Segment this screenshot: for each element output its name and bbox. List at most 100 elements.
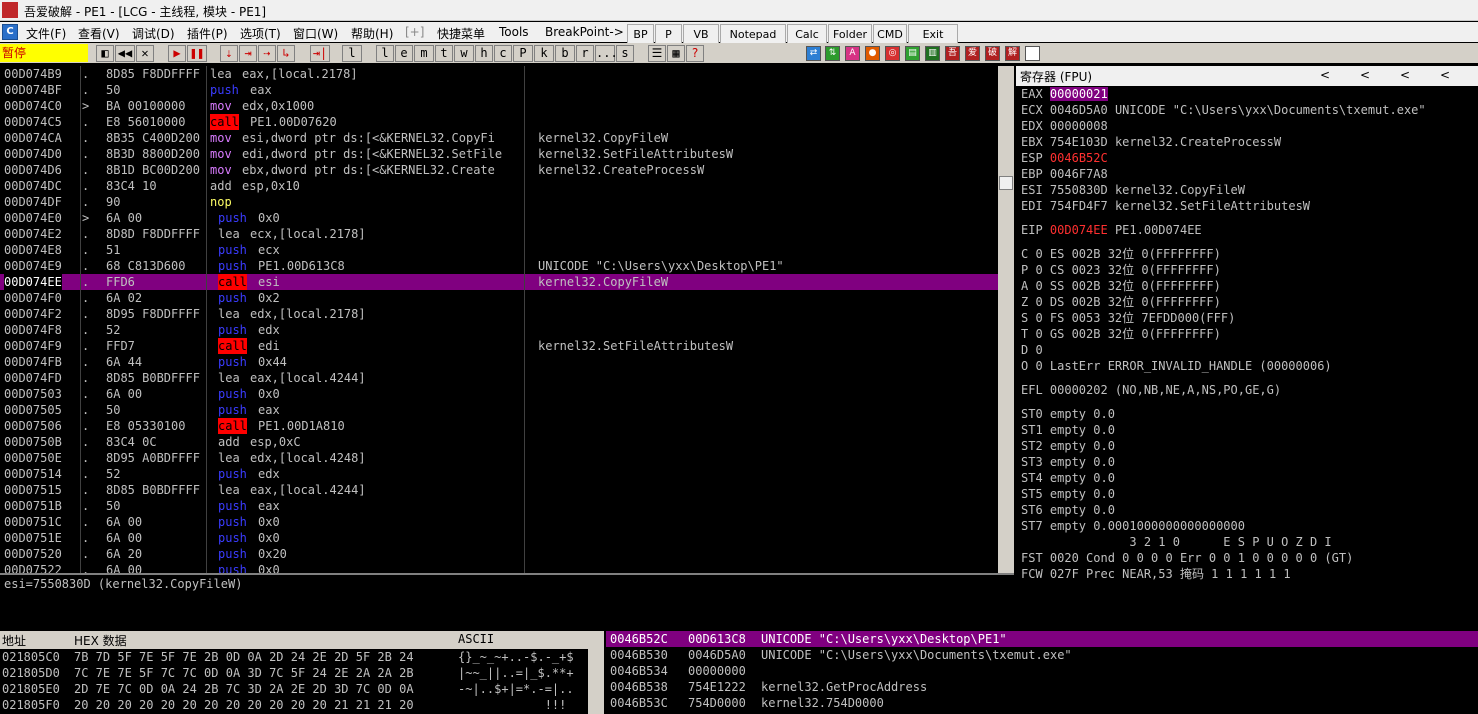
register-line[interactable]: EBP 0046F7A8 bbox=[1021, 166, 1108, 182]
dump-scrollbar[interactable] bbox=[588, 649, 604, 714]
disasm-row[interactable]: 00D074F0. 6A 02 push 0x2 bbox=[0, 290, 998, 306]
columns-icon[interactable]: ▥ bbox=[925, 46, 940, 61]
nav-arrow-icon[interactable]: < bbox=[1320, 68, 1330, 82]
scrollbar-thumb[interactable] bbox=[999, 176, 1013, 190]
flag-line[interactable]: P 0 CS 0023 32位 0(FFFFFFFF) bbox=[1021, 262, 1221, 278]
reg-value[interactable]: 0046F7A8 bbox=[1050, 167, 1108, 181]
disasm-row[interactable]: 00D074DF. 90 nop bbox=[0, 194, 998, 210]
handles-button[interactable]: h bbox=[475, 45, 493, 62]
disasm-row[interactable]: 00D07522. 6A 00 push 0x0 bbox=[0, 562, 998, 573]
disasm-row[interactable]: 00D07505. 50 push eax bbox=[0, 402, 998, 418]
call-stack-button[interactable]: k bbox=[534, 45, 554, 62]
dump-col-ascii[interactable]: ASCII bbox=[458, 632, 494, 646]
eip-line[interactable]: EIP 00D074EE PE1.00D074EE bbox=[1021, 222, 1202, 238]
disasm-row[interactable]: 00D074EE. FFD6 call esi kernel32.CopyFileW bbox=[0, 274, 998, 290]
fpu-line[interactable]: ST6 empty 0.0 bbox=[1021, 502, 1115, 518]
menu-options[interactable]: 选项(T) bbox=[240, 25, 281, 42]
dump-col-hex[interactable]: HEX 数据 bbox=[74, 632, 127, 649]
record-icon[interactable]: ● bbox=[865, 46, 880, 61]
disasm-row[interactable]: 00D07503. 6A 00 push 0x0 bbox=[0, 386, 998, 402]
disasm-row[interactable]: 00D074F8. 52 push edx bbox=[0, 322, 998, 338]
disasm-row[interactable]: 00D074D6. 8B1D BC00D200 mov ebx,dword ptr d… bbox=[0, 162, 998, 178]
reg-value[interactable]: 00000008 bbox=[1050, 119, 1108, 133]
wu-icon[interactable]: 吾 bbox=[945, 46, 960, 61]
reg-value[interactable]: 0046B52C bbox=[1050, 151, 1108, 165]
menu-expand[interactable]: [+] bbox=[405, 25, 424, 39]
open-icon[interactable]: ◧ bbox=[96, 45, 114, 62]
fpu-line[interactable]: ST3 empty 0.0 bbox=[1021, 454, 1115, 470]
nav-arrow-icon[interactable]: < bbox=[1360, 68, 1370, 82]
step-into-icon[interactable]: ⇣ bbox=[220, 45, 238, 62]
pause-icon[interactable]: ❚❚ bbox=[187, 45, 207, 62]
menu-debug[interactable]: 调试(D) bbox=[132, 25, 175, 42]
flag-line[interactable]: S 0 FS 0053 32位 7EFDD000(FFF) bbox=[1021, 310, 1235, 326]
windows-button[interactable]: w bbox=[454, 45, 474, 62]
disasm-row[interactable]: 00D074F9. FFD7 call edi kernel32.SetFileAttr… bbox=[0, 338, 998, 354]
disasm-row[interactable]: 00D0751B. 50 push eax bbox=[0, 498, 998, 514]
target-icon[interactable]: ◎ bbox=[885, 46, 900, 61]
swap-icon[interactable]: ⇄ bbox=[806, 46, 821, 61]
flag-line[interactable]: A 0 SS 002B 32位 0(FFFFFFFF) bbox=[1021, 278, 1221, 294]
reg-value[interactable]: 0046D5A0 bbox=[1050, 103, 1108, 117]
cpu-button[interactable]: c bbox=[494, 45, 512, 62]
disasm-row[interactable]: 00D0750B. 83C4 0C add esp,0xC bbox=[0, 434, 998, 450]
grid-icon[interactable]: ▦ bbox=[667, 45, 685, 62]
list-icon[interactable]: ☰ bbox=[648, 45, 666, 62]
menu-tools[interactable]: Tools bbox=[499, 25, 529, 39]
disasm-row[interactable]: 00D0750E. 8D95 A0BDFFFF lea edx,[local.4248… bbox=[0, 450, 998, 466]
efl-line[interactable]: EFL 00000202 (NO,NB,NE,A,NS,PO,GE,G) bbox=[1021, 382, 1281, 398]
restart-icon[interactable]: ◀◀ bbox=[115, 45, 135, 62]
disasm-row[interactable]: 00D0751E. 6A 00 push 0x0 bbox=[0, 530, 998, 546]
ascii-icon[interactable]: A bbox=[845, 46, 860, 61]
register-line[interactable]: EBX 754E103D kernel32.CreateProcessW bbox=[1021, 134, 1281, 150]
folder-button[interactable]: Folder bbox=[828, 24, 872, 45]
threads-button[interactable]: t bbox=[435, 45, 453, 62]
disasm-row[interactable]: 00D0751C. 6A 00 push 0x0 bbox=[0, 514, 998, 530]
menu-view[interactable]: 查看(V) bbox=[78, 25, 120, 42]
references-button[interactable]: r bbox=[576, 45, 594, 62]
updown-icon[interactable]: ⇅ bbox=[825, 46, 840, 61]
flag-line[interactable]: O 0 LastErr ERROR_INVALID_HANDLE (000000… bbox=[1021, 358, 1332, 374]
fpu-line[interactable]: ST1 empty 0.0 bbox=[1021, 422, 1115, 438]
po-icon[interactable]: 破 bbox=[985, 46, 1000, 61]
stack-row[interactable]: 0046B52C 00D613C8 UNICODE "C:\Users\yxx\De… bbox=[606, 631, 1478, 647]
disasm-row[interactable]: 00D074B9. 8D85 F8DDFFFF lea eax,[local.2178… bbox=[0, 66, 998, 82]
system-menu-icon[interactable]: C bbox=[2, 24, 18, 40]
fpu-line[interactable]: ST2 empty 0.0 bbox=[1021, 438, 1115, 454]
disassembly-pane[interactable]: 00D074B9. 8D85 F8DDFFFF lea eax,[local.2178… bbox=[0, 66, 1014, 573]
register-line[interactable]: ESI 7550830D kernel32.CopyFileW bbox=[1021, 182, 1245, 198]
disasm-row[interactable]: 00D074F2. 8D95 F8DDFFFF lea edx,[local.2178… bbox=[0, 306, 998, 322]
reg-value[interactable]: 754E103D bbox=[1050, 135, 1108, 149]
memory-map-button[interactable]: m bbox=[414, 45, 434, 62]
disasm-row[interactable]: 00D074E9. 68 C813D600 push PE1.00D613C8 UNIC… bbox=[0, 258, 998, 274]
menu-help[interactable]: 帮助(H) bbox=[351, 25, 393, 42]
menu-plugins[interactable]: 插件(P) bbox=[187, 25, 228, 42]
vb-button[interactable]: VB bbox=[683, 24, 719, 45]
stack-row[interactable]: 0046B534 00000000 bbox=[606, 663, 1478, 679]
run-trace-button[interactable]: ... bbox=[595, 45, 618, 62]
disasm-row[interactable]: 00D07515. 8D85 B0BDFFFF lea eax,[local.4244… bbox=[0, 482, 998, 498]
trace-into-icon[interactable]: ⇢ bbox=[258, 45, 276, 62]
reg-value[interactable]: 754FD4F7 bbox=[1050, 199, 1108, 213]
calc-button[interactable]: Calc bbox=[787, 24, 827, 45]
disassembly-scrollbar[interactable] bbox=[998, 66, 1014, 573]
disasm-row[interactable]: 00D074C5. E8 56010000 call PE1.00D07620 bbox=[0, 114, 998, 130]
disasm-row[interactable]: 00D074E8. 51 push ecx bbox=[0, 242, 998, 258]
flag-line[interactable]: D 0 bbox=[1021, 342, 1043, 358]
reg-value[interactable]: 00D074EE bbox=[1050, 223, 1108, 237]
notepad-button[interactable]: Notepad bbox=[720, 24, 786, 45]
patches-button[interactable]: P bbox=[513, 45, 533, 62]
dump-pane[interactable]: 地址 HEX 数据 ASCII 021805C0 7B 7D 5F 7E 5F 7… bbox=[0, 631, 604, 714]
run-icon[interactable]: ▶ bbox=[168, 45, 186, 62]
menu-shortcuts[interactable]: 快捷菜单 bbox=[437, 25, 485, 42]
reg-value[interactable]: 00000021 bbox=[1049, 87, 1108, 101]
reg-value[interactable]: 7550830D bbox=[1050, 183, 1108, 197]
bp-button[interactable]: BP bbox=[627, 24, 654, 45]
dump-col-address[interactable]: 地址 bbox=[2, 632, 26, 649]
goto-icon[interactable]: l bbox=[342, 45, 362, 62]
disasm-row[interactable]: 00D074FB. 6A 44 push 0x44 bbox=[0, 354, 998, 370]
fpu-line[interactable]: ST7 empty 0.0001000000000000000 bbox=[1021, 518, 1245, 534]
flag-line[interactable]: T 0 GS 002B 32位 0(FFFFFFFF) bbox=[1021, 326, 1221, 342]
disasm-row[interactable]: 00D074D0. 8B3D 8800D200 mov edi,dword ptr d… bbox=[0, 146, 998, 162]
fpu-line[interactable]: ST4 empty 0.0 bbox=[1021, 470, 1115, 486]
